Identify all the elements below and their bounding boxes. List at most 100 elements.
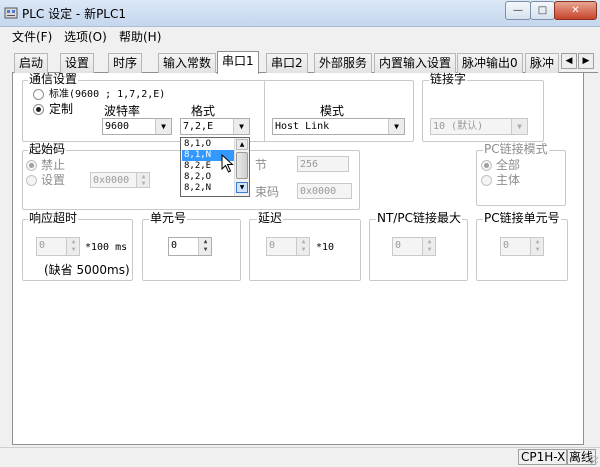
format-select[interactable]: 7,2,E ▼: [180, 118, 250, 135]
menu-file[interactable]: 文件(F): [12, 28, 52, 46]
chevron-up-icon[interactable]: ▲: [531, 238, 543, 246]
link-words-label: 链接字: [429, 72, 468, 86]
radio-custom-label: 定制: [49, 102, 74, 116]
pc-link-unit-label: PC链接单元号: [483, 211, 561, 225]
radio-standard-label: 标准(9600 ; 1,7,2,E): [49, 89, 166, 100]
menu-options[interactable]: 选项(O): [64, 28, 107, 46]
nt-pc-link-max-label: NT/PC链接最大: [376, 211, 462, 225]
radio-disable[interactable]: [26, 160, 37, 171]
chevron-down-icon[interactable]: ▼: [155, 119, 171, 134]
response-timeout-value: 0: [39, 240, 46, 251]
start-code-spinner[interactable]: ▲ ▼: [136, 173, 149, 187]
arrow-left-icon: ◀: [565, 56, 573, 66]
format-dropdown-list[interactable]: 8,1,O 8,1,N 8,2,E 8,2,O 8,2,N ▲ ▼: [180, 137, 250, 197]
delay-spinner[interactable]: ▲ ▼: [296, 238, 309, 255]
scrollbar-thumb[interactable]: [236, 152, 248, 179]
delay-label: 延迟: [257, 211, 284, 225]
chevron-down-icon[interactable]: ▼: [423, 246, 435, 254]
radio-standard[interactable]: [33, 89, 44, 100]
nt-pc-link-max-input[interactable]: 0 ▲ ▼: [392, 237, 436, 256]
radio-master-label: 主体: [496, 173, 521, 187]
chevron-down-icon[interactable]: ▼: [531, 246, 543, 254]
tab-scroll-right[interactable]: ▶: [578, 53, 594, 69]
nt-pc-link-max-value: 0: [395, 240, 402, 251]
response-timeout-input[interactable]: 0 ▲ ▼: [36, 237, 80, 256]
maximize-button[interactable]: □: [530, 1, 555, 20]
minimize-button[interactable]: —: [505, 1, 531, 20]
start-code-value: 0x0000: [93, 175, 130, 186]
pc-link-unit-value: 0: [503, 240, 510, 251]
unit-number-spinner[interactable]: ▲ ▼: [198, 238, 211, 255]
baud-rate-select[interactable]: 9600 ▼: [102, 118, 172, 135]
mode-select[interactable]: Host Link ▼: [272, 118, 405, 135]
format-value: 7,2,E: [183, 121, 214, 132]
response-timeout-unit: *100 ms: [85, 242, 128, 253]
start-code-label: 起始码: [28, 142, 67, 156]
nt-pc-link-max-spinner[interactable]: ▲ ▼: [422, 238, 435, 255]
response-timeout-spinner[interactable]: ▲ ▼: [66, 238, 79, 255]
chevron-down-icon[interactable]: ▼: [236, 182, 248, 193]
delay-value: 0: [269, 240, 276, 251]
format-option[interactable]: 8,2,N: [182, 183, 234, 194]
tab-input-constants[interactable]: 输入常数: [158, 53, 217, 73]
radio-set-label: 设置: [41, 173, 66, 187]
end-code-label: 束码: [255, 185, 280, 199]
pc-link-unit-spinner[interactable]: ▲ ▼: [530, 238, 543, 255]
tab-serial-2[interactable]: 串口2: [266, 53, 308, 73]
mouse-cursor-icon: [221, 154, 234, 173]
tab-external-service[interactable]: 外部服务: [314, 53, 373, 73]
tab-serial-1[interactable]: 串口1: [217, 51, 259, 74]
chevron-down-icon[interactable]: ▼: [233, 119, 249, 134]
resize-grip-icon[interactable]: [588, 455, 598, 465]
radio-custom[interactable]: [33, 104, 44, 115]
radio-all[interactable]: [481, 160, 492, 171]
chevron-down-icon[interactable]: ▼: [297, 246, 309, 254]
baud-rate-value: 9600: [105, 121, 130, 132]
chevron-up-icon[interactable]: ▲: [423, 238, 435, 246]
mode-value: Host Link: [275, 121, 330, 132]
baud-rate-label: 波特率: [104, 104, 141, 118]
chevron-down-icon[interactable]: ▼: [388, 119, 404, 134]
chevron-down-icon[interactable]: ▼: [67, 246, 79, 254]
end-code-input[interactable]: 0x0000: [297, 183, 352, 199]
bytes-value: 256: [300, 159, 319, 170]
arrow-right-icon: ▶: [582, 56, 590, 66]
app-icon: [4, 7, 18, 19]
close-button[interactable]: ✕: [554, 1, 597, 20]
end-code-value: 0x0000: [300, 186, 337, 197]
radio-disable-label: 禁止: [41, 158, 66, 172]
chevron-down-icon[interactable]: ▼: [199, 246, 211, 254]
response-timeout-default: (缺省 5000ms): [44, 263, 130, 277]
tab-builtin-input[interactable]: 内置输入设置: [374, 53, 457, 73]
radio-master[interactable]: [481, 175, 492, 186]
tab-settings[interactable]: 设置: [60, 53, 95, 73]
link-words-value: 10 (默认): [433, 121, 484, 132]
pc-link-unit-input[interactable]: 0 ▲ ▼: [500, 237, 544, 256]
chevron-up-icon[interactable]: ▲: [236, 139, 248, 150]
format-label: 格式: [191, 104, 216, 118]
unit-number-value: 0: [171, 240, 178, 251]
chevron-up-icon[interactable]: ▲: [199, 238, 211, 246]
response-timeout-label: 响应超时: [28, 211, 79, 225]
window-title: PLC 设定 - 新PLC1: [22, 7, 127, 21]
delay-input[interactable]: 0 ▲ ▼: [266, 237, 310, 256]
tab-pulse-partial[interactable]: 脉冲: [525, 53, 559, 73]
tab-scroll-left[interactable]: ◀: [561, 53, 577, 69]
start-code-input[interactable]: 0x0000 ▲ ▼: [90, 172, 150, 188]
link-words-select[interactable]: 10 (默认) ▼: [430, 118, 528, 135]
menu-help[interactable]: 帮助(H): [119, 28, 161, 46]
bytes-input[interactable]: 256: [297, 156, 349, 172]
tab-startup[interactable]: 启动: [14, 53, 49, 73]
chevron-up-icon[interactable]: ▲: [297, 238, 309, 246]
chevron-up-icon[interactable]: ▲: [67, 238, 79, 246]
unit-number-input[interactable]: 0 ▲ ▼: [168, 237, 212, 256]
chevron-down-icon[interactable]: ▼: [137, 180, 149, 187]
chevron-down-icon[interactable]: ▼: [511, 119, 527, 134]
unit-number-label: 单元号: [149, 211, 188, 225]
mode-label: 模式: [320, 104, 345, 118]
format-option[interactable]: 8,1,O: [182, 139, 234, 150]
radio-set[interactable]: [26, 175, 37, 186]
tab-timing[interactable]: 时序: [108, 53, 143, 73]
bytes-label: 节: [255, 158, 268, 172]
tab-pulse-output-0[interactable]: 脉冲输出0: [457, 53, 523, 73]
